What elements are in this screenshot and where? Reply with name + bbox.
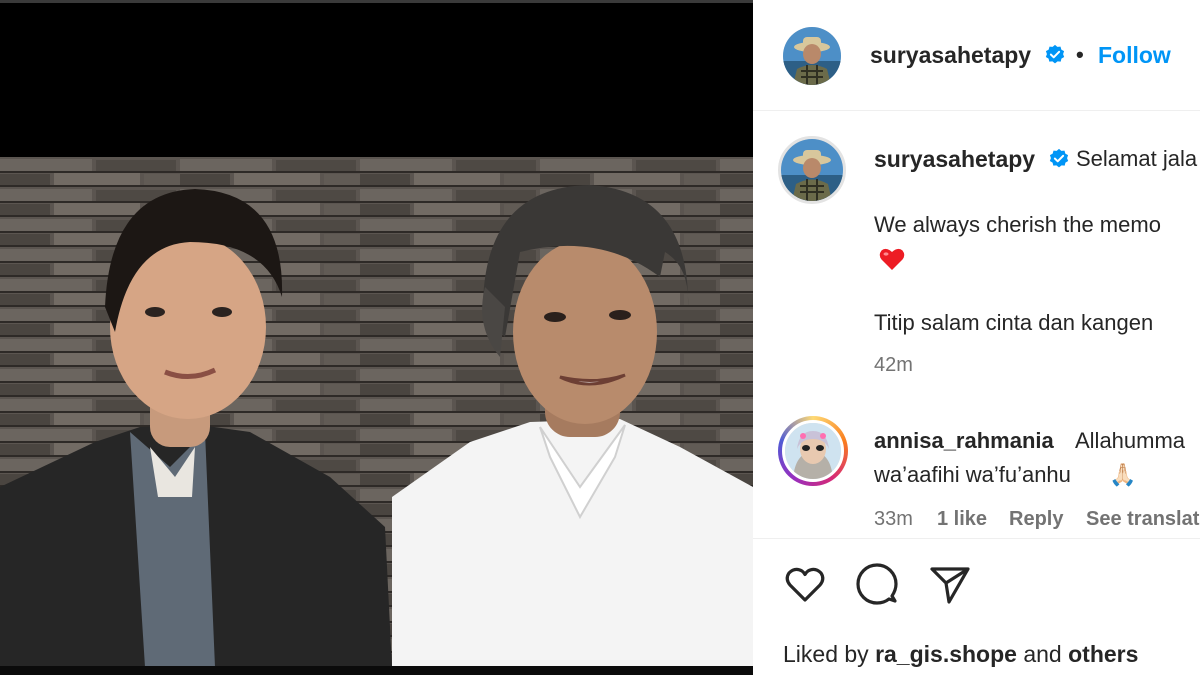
comment-reply-button[interactable]: Reply bbox=[1009, 508, 1063, 531]
caption-verified-badge-icon bbox=[1049, 148, 1069, 168]
comment-likes-count[interactable]: 1 like bbox=[937, 508, 987, 531]
liked-by-and: and bbox=[1023, 641, 1062, 667]
heart-icon[interactable] bbox=[782, 562, 828, 608]
post-photo bbox=[0, 157, 753, 667]
comment-username[interactable]: annisa_rahmania bbox=[874, 428, 1054, 454]
author-username[interactable]: suryasahetapy bbox=[870, 42, 1031, 69]
liked-by-prefix: Liked by bbox=[783, 641, 869, 667]
comment-line-1: Allahumma bbox=[1075, 428, 1186, 453]
post-side-panel: suryasahetapy • Follow suryasahetapy Sel… bbox=[753, 0, 1200, 675]
header-divider bbox=[753, 110, 1200, 111]
post-media[interactable] bbox=[0, 0, 753, 675]
liked-by-others[interactable]: others bbox=[1068, 641, 1138, 667]
liked-by-user[interactable]: ra_gis.shope bbox=[875, 641, 1017, 667]
verified-badge-icon bbox=[1045, 44, 1065, 64]
media-bottom-strip bbox=[0, 666, 753, 675]
paper-plane-icon[interactable] bbox=[927, 562, 973, 608]
liked-by-summary: Liked by ra_gis.shope and others bbox=[783, 641, 1138, 668]
comment-timestamp[interactable]: 33m bbox=[874, 508, 913, 531]
caption-timestamp[interactable]: 42m bbox=[874, 354, 913, 377]
follow-button[interactable]: Follow bbox=[1098, 42, 1171, 69]
author-avatar[interactable] bbox=[783, 27, 841, 85]
caption-line-3: Titip salam cinta dan kangen bbox=[874, 310, 1154, 335]
actions-divider bbox=[753, 538, 1200, 539]
header-separator: • bbox=[1076, 42, 1084, 67]
red-heart-emoji bbox=[879, 248, 905, 270]
media-top-strip bbox=[0, 0, 753, 3]
commenter-avatar bbox=[782, 420, 844, 482]
caption-author-avatar[interactable] bbox=[778, 136, 846, 204]
comment-line-2: wa’aafihi wa’fu’anhu bbox=[874, 462, 1071, 487]
pray-emoji: 🙏🏻 bbox=[1109, 462, 1137, 487]
comment-icon[interactable] bbox=[854, 562, 900, 608]
commenter-avatar-ring[interactable] bbox=[778, 416, 848, 486]
comment-translate-button[interactable]: See translat bbox=[1086, 508, 1199, 531]
caption-line-1: Selamat jala bbox=[1076, 146, 1198, 171]
caption-line-2: We always cherish the memo bbox=[874, 212, 1161, 237]
caption-username[interactable]: suryasahetapy bbox=[874, 146, 1035, 173]
